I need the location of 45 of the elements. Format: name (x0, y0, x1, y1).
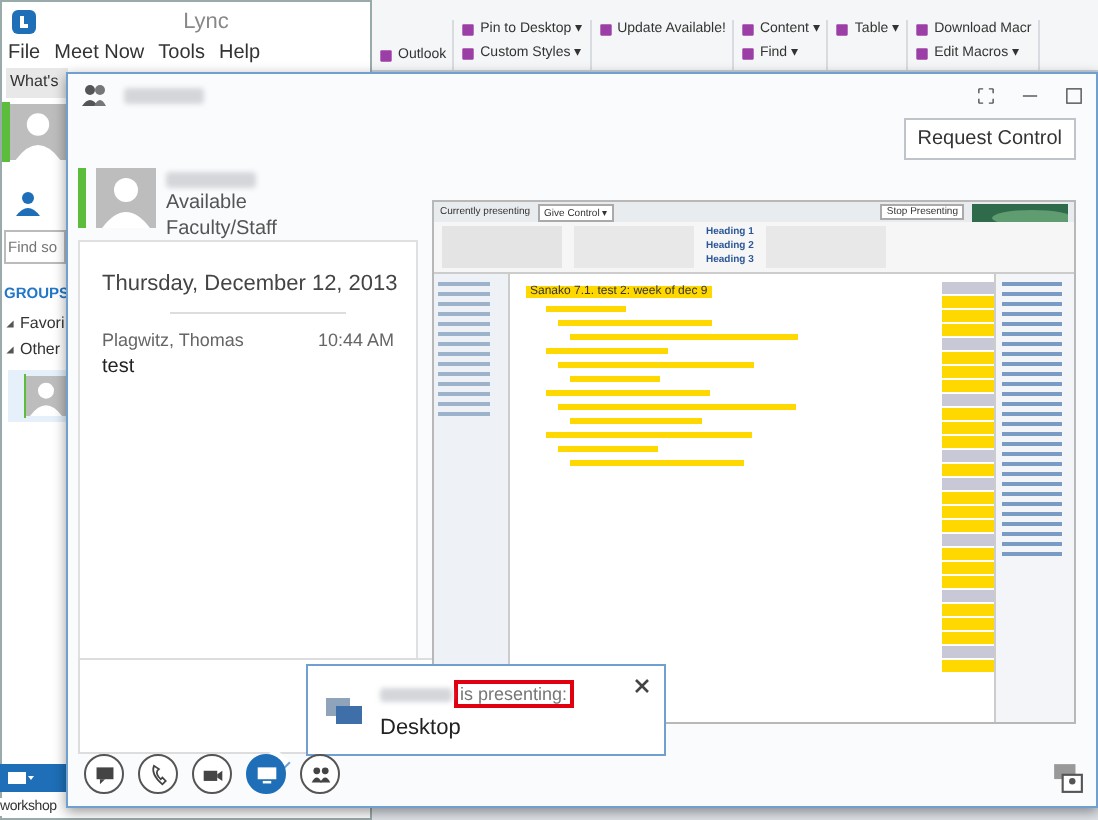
menu-item[interactable]: Help (219, 42, 261, 68)
chat-icon (93, 763, 115, 785)
blurred-name (124, 88, 204, 104)
blurred-name (166, 172, 256, 188)
group-item[interactable]: Favori (2, 310, 62, 336)
call-mode-button[interactable] (138, 754, 178, 794)
close-button[interactable] (632, 676, 652, 696)
presented-item: Desktop (380, 716, 463, 740)
monitor-icon (255, 763, 277, 785)
menu-item[interactable]: Meet Now (54, 42, 145, 68)
ribbon-icon (597, 21, 614, 37)
contacts-icon (14, 190, 42, 218)
ribbon-icon (378, 47, 394, 63)
people-icon (309, 763, 331, 785)
menu-item[interactable]: Tools (158, 42, 205, 68)
presence-bar (2, 102, 10, 162)
presenting-label: is presenting: (454, 680, 574, 708)
screen-icon (6, 768, 34, 788)
im-mode-button[interactable] (84, 754, 124, 794)
close-icon (632, 676, 652, 696)
blurred-name (380, 687, 452, 701)
sender-name: Plagwitz, Thomas (102, 330, 244, 350)
status-button[interactable] (0, 764, 66, 792)
people-icon (80, 82, 108, 110)
maximize-icon (1064, 86, 1084, 106)
message-text: test (100, 354, 137, 382)
message-time: 10:44 AM (317, 330, 394, 350)
screen-share-icon (324, 694, 364, 726)
menu-item[interactable]: File (8, 42, 41, 68)
presence-status: Available (166, 192, 249, 214)
contact-role: Faculty/Staff (166, 218, 277, 240)
request-control-button[interactable]: Request Control (903, 118, 1076, 160)
video-mode-button[interactable] (192, 754, 232, 794)
tab[interactable]: What's (6, 68, 68, 98)
people-mode-button[interactable] (300, 754, 340, 794)
presenter-icon (1052, 762, 1084, 794)
avatar (96, 168, 156, 228)
fullscreen-icon (976, 86, 996, 106)
phone-icon (147, 763, 169, 785)
group-item[interactable]: Other (2, 336, 62, 362)
share-mode-button[interactable] (246, 754, 286, 794)
ribbon-icon (834, 21, 851, 37)
chat-date: Thursday, December 12, 2013 (102, 272, 400, 296)
app-logo-icon (10, 8, 38, 36)
window-title: Lync (181, 10, 231, 34)
